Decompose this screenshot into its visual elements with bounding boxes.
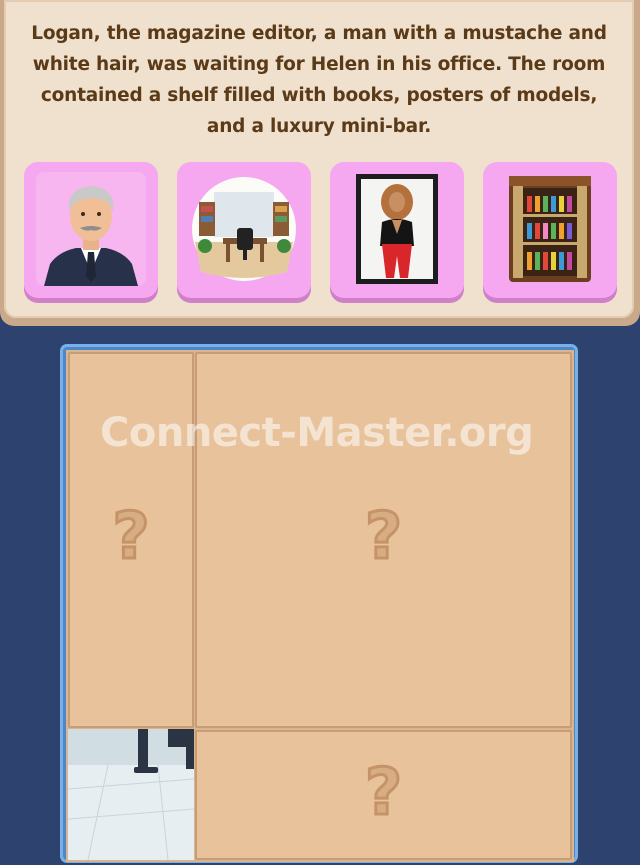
card-poster[interactable] xyxy=(330,162,464,298)
question-mark-icon: ? xyxy=(363,755,403,832)
hidden-tile-main[interactable]: ? xyxy=(195,352,572,728)
question-mark-icon: ? xyxy=(111,499,151,576)
revealed-piece xyxy=(68,729,194,860)
man-portrait-icon xyxy=(36,172,146,286)
question-mark-icon: ? xyxy=(363,499,403,576)
floor-scene-image xyxy=(68,729,194,860)
hidden-tile-left[interactable]: ? xyxy=(68,352,194,728)
story-text: Logan, the magazine editor, a man with a… xyxy=(31,23,607,137)
office-room-icon xyxy=(192,177,296,281)
card-office[interactable] xyxy=(177,162,311,298)
hidden-tile-bottom[interactable]: ? xyxy=(195,730,572,860)
card-mini-bar[interactable] xyxy=(483,162,617,298)
mini-bar-icon xyxy=(509,176,591,282)
model-poster-icon xyxy=(356,174,438,284)
card-man[interactable] xyxy=(24,162,158,298)
